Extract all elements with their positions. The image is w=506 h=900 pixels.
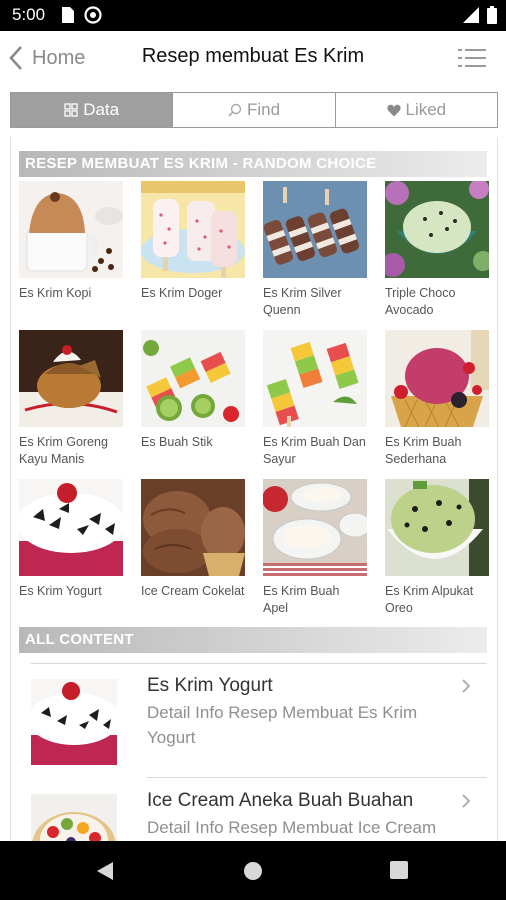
grid-item[interactable]: Es Krim Doger	[141, 181, 245, 302]
grid-item-caption: Es Krim Silver Quenn	[263, 286, 342, 317]
grid-item-caption: Es Krim Kopi	[19, 286, 92, 300]
section-header-random: RESEP MEMBUAT ES KRIM - RANDOM CHOICE	[19, 151, 487, 177]
grid-item[interactable]: Es Buah Stik	[141, 330, 245, 451]
grid-item[interactable]: Es Krim Buah Dan Sayur	[263, 330, 367, 468]
list-item-title: Es Krim Yogurt	[147, 675, 273, 696]
grid-item-caption: Es Krim Buah Sederhana	[385, 435, 462, 466]
grid-item[interactable]: Ice Cream Cokelat	[141, 479, 245, 600]
search-icon	[228, 103, 242, 117]
recents-square-icon[interactable]	[390, 861, 408, 879]
chevron-right-icon	[462, 794, 471, 808]
grid-item-caption: Es Krim Buah Dan Sayur	[263, 435, 366, 466]
status-bar: 5:00	[0, 0, 506, 31]
section-header-all-content: ALL CONTENT	[19, 627, 487, 653]
grid-item[interactable]: Es Krim Yogurt	[19, 479, 123, 600]
fruit-popsicles-image	[141, 330, 245, 427]
coffee-ice-cream-image	[19, 181, 123, 278]
chocolate-popsicles-image	[263, 181, 367, 278]
fried-ice-cream-image	[19, 330, 123, 427]
chevron-right-icon	[462, 679, 471, 693]
system-navigation-bar	[0, 841, 506, 900]
grid-item-caption: Triple Choco Avocado	[385, 286, 456, 317]
list-item[interactable]: Es Krim Yogurt Detail Info Resep Membuat…	[11, 663, 497, 777]
grid-item-caption: Es Krim Yogurt	[19, 584, 102, 598]
tab-find-label: Find	[246, 100, 281, 119]
grid-item[interactable]: Es Krim Goreng Kayu Manis	[19, 330, 123, 468]
grid-item-caption: Es Krim Goreng Kayu Manis	[19, 435, 108, 466]
yogurt-thumbnail	[31, 679, 117, 765]
tab-data-label: Data	[83, 100, 120, 119]
grid-item-caption: Es Krim Alpukat Oreo	[385, 584, 474, 615]
green-ice-cream-image	[385, 181, 489, 278]
avocado-ice-cream-image	[385, 479, 489, 576]
tab-bar: Data Find Liked	[10, 92, 498, 128]
app-header: Home Resep membuat Es Krim	[0, 31, 506, 85]
tab-liked[interactable]: Liked	[335, 93, 497, 127]
tab-find[interactable]: Find	[173, 93, 336, 127]
list-item[interactable]: Ice Cream Aneka Buah Buahan Detail Info …	[11, 778, 497, 841]
grid-icon	[64, 103, 78, 117]
grid-item[interactable]: Es Krim Buah Apel	[263, 479, 367, 617]
sim-card-icon	[62, 7, 74, 23]
grid-item-caption: Es Krim Doger	[141, 286, 223, 300]
pink-popsicles-image	[141, 181, 245, 278]
grid-item-caption: Es Krim Buah Apel	[263, 584, 340, 615]
content-area[interactable]: RESEP MEMBUAT ES KRIM - RANDOM CHOICE Es…	[10, 137, 498, 841]
chocolate-ice-cream-image	[141, 479, 245, 576]
fruit-tart-thumbnail	[31, 794, 117, 841]
hamburger-menu-icon[interactable]	[458, 48, 486, 68]
heart-icon	[386, 104, 401, 116]
tab-data[interactable]: Data	[11, 93, 174, 127]
list-item-title: Ice Cream Aneka Buah Buahan	[147, 790, 414, 811]
page-title: Resep membuat Es Krim	[141, 45, 365, 67]
signal-icon	[463, 7, 479, 23]
grid-item[interactable]: Triple Choco Avocado	[385, 181, 489, 319]
grid-item[interactable]: Es Krim Silver Quenn	[263, 181, 367, 319]
list-item-description: Detail Info Resep Membuat Es Krim Yogurt	[147, 703, 418, 747]
grid-item-caption: Es Buah Stik	[141, 435, 213, 449]
data-saver-icon	[84, 6, 102, 24]
grid-item-caption: Ice Cream Cokelat	[141, 584, 245, 598]
battery-icon	[487, 6, 497, 24]
yogurt-ice-cream-image	[19, 479, 123, 576]
apple-ice-cream-image	[263, 479, 367, 576]
tab-liked-label: Liked	[405, 100, 447, 119]
status-time: 5:00	[12, 5, 46, 24]
back-triangle-icon[interactable]	[95, 861, 115, 881]
home-circle-icon[interactable]	[243, 861, 263, 881]
list-item-description: Detail Info Resep Membuat Ice Cream	[147, 818, 437, 837]
grid-item[interactable]: Es Krim Alpukat Oreo	[385, 479, 489, 617]
grid-item[interactable]: Es Krim Buah Sederhana	[385, 330, 489, 468]
veggie-popsicles-image	[263, 330, 367, 427]
berry-ice-cream-image	[385, 330, 489, 427]
grid-item[interactable]: Es Krim Kopi	[19, 181, 123, 302]
